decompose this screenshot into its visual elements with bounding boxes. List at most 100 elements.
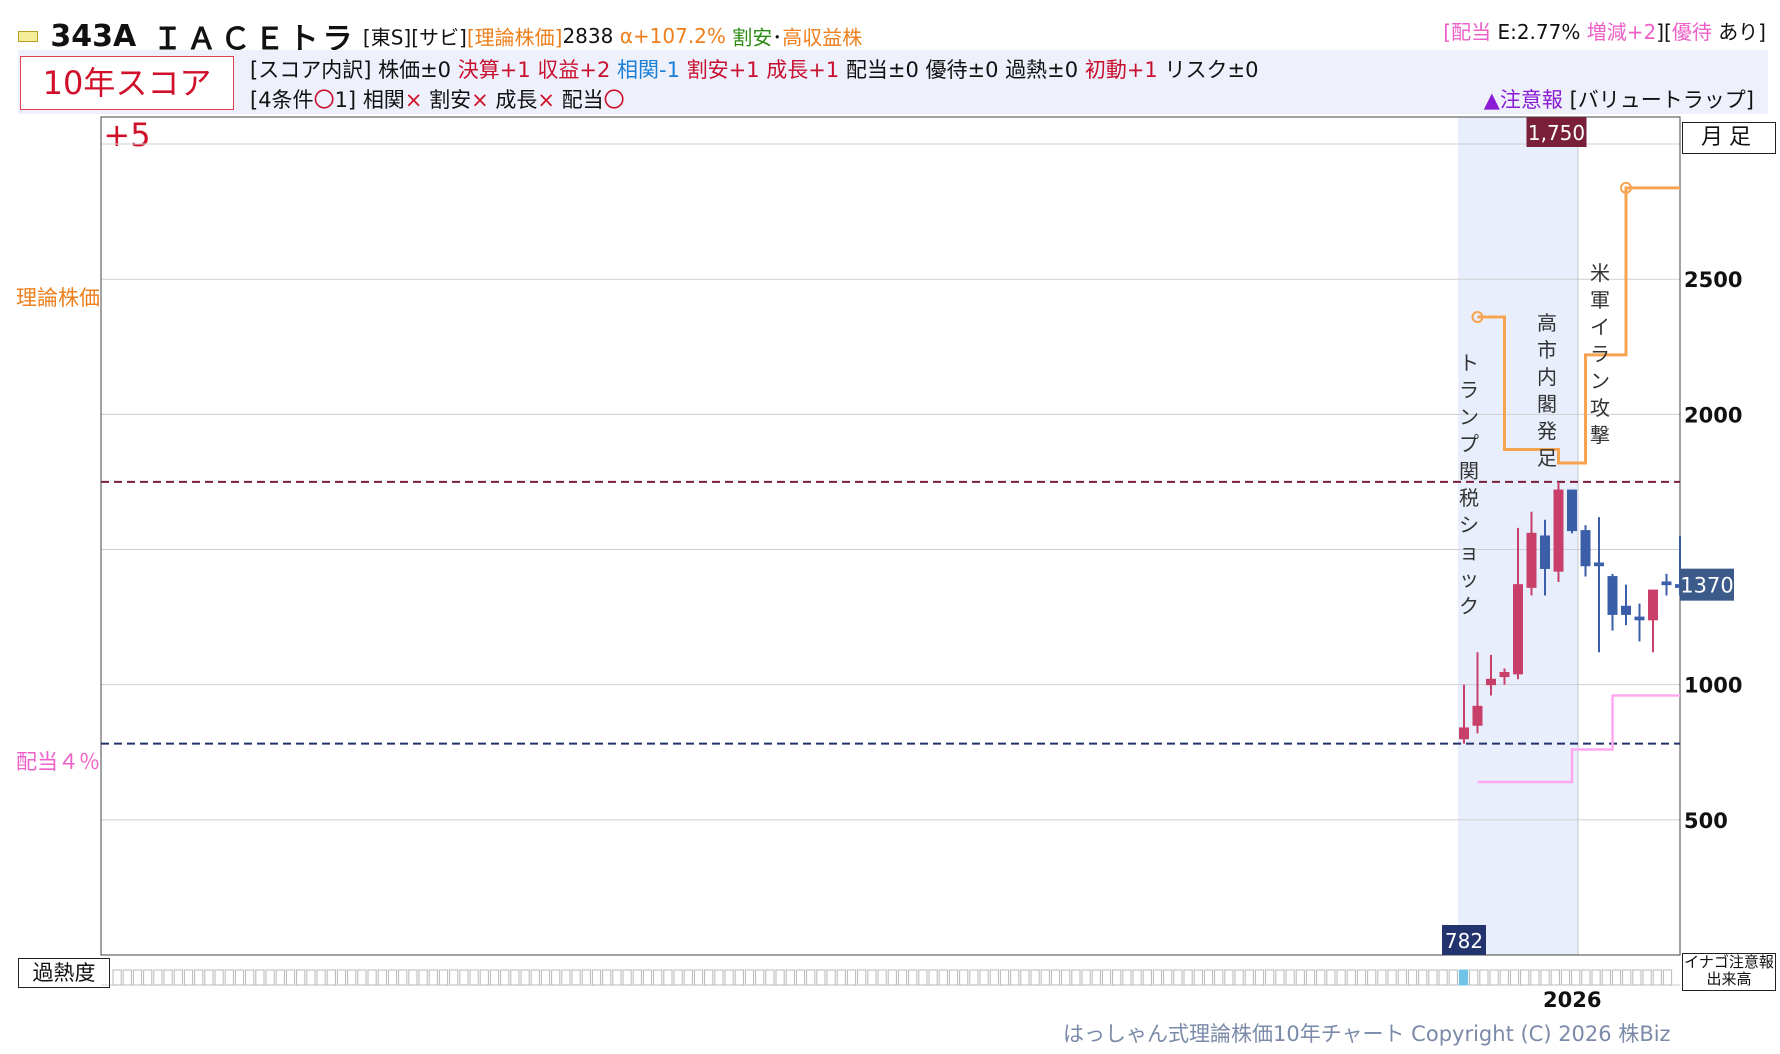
heat-cell [1071, 969, 1081, 986]
heat-cell [1050, 969, 1061, 986]
heat-cell [857, 969, 867, 986]
heat-cell [836, 969, 846, 986]
heat-cell [296, 969, 306, 986]
heat-cell [622, 969, 632, 986]
heat-cell [1122, 969, 1132, 986]
heat-cell [1030, 969, 1040, 986]
heat-cell [704, 969, 714, 986]
heat-cell [1652, 969, 1662, 986]
heat-cell [530, 969, 540, 986]
candle-body [1594, 562, 1604, 567]
candle-body [1661, 581, 1672, 586]
heat-cell [122, 969, 132, 986]
heat-cell [653, 969, 663, 986]
heat-cell [306, 969, 316, 986]
heat-cell [1254, 969, 1265, 986]
candle-body [1607, 576, 1618, 615]
heat-cell [1152, 969, 1163, 986]
heat-cell [418, 969, 428, 986]
heat-cell [1632, 969, 1642, 986]
heat-cell [224, 969, 234, 986]
heat-cell [1305, 969, 1316, 986]
heat-cell [551, 969, 561, 986]
heat-cell [1571, 969, 1581, 986]
heat-cell [1509, 969, 1520, 986]
annotation-char: 足 [1537, 446, 1557, 470]
heat-cell [1142, 969, 1152, 986]
annotation-char: 攻 [1590, 396, 1610, 420]
inago-label: イナゴ注意報 [1684, 953, 1774, 971]
annotation-char: ラ [1590, 342, 1610, 366]
heat-cell [285, 969, 296, 986]
candle-body [1567, 489, 1577, 532]
heat-cell [245, 969, 255, 986]
annotation-char: ク [1459, 594, 1479, 618]
heat-cell [1448, 969, 1458, 986]
heat-cell [1091, 969, 1101, 986]
heat-cell [612, 969, 622, 986]
candle-body [1499, 672, 1510, 678]
candle-body [1472, 705, 1483, 726]
candle-body [1540, 535, 1550, 569]
annotation-char: シ [1459, 513, 1479, 537]
candle-body [1634, 616, 1645, 621]
candle-body [1486, 678, 1496, 686]
heat-cell [428, 969, 438, 986]
monthly-button[interactable]: 月足 [1682, 122, 1776, 154]
heat-cell [1040, 969, 1050, 986]
heat-cell [357, 969, 367, 986]
heat-cell [979, 969, 989, 986]
heat-cell [1397, 969, 1407, 986]
high-badge-label: 1,750 [1528, 121, 1585, 145]
heat-cell [806, 969, 816, 986]
heat-cell [632, 969, 642, 986]
heat-cell [938, 969, 948, 986]
heat-cell [1173, 969, 1183, 986]
heat-cell [785, 969, 795, 986]
heat-cell [1346, 969, 1356, 986]
heat-cell [1622, 969, 1632, 986]
inago-box[interactable]: イナゴ注意報 出来高 [1682, 953, 1776, 991]
heat-label: 過熱度 [18, 958, 110, 988]
annotation-char: 撃 [1590, 423, 1610, 447]
annotation-char: イ [1590, 315, 1610, 339]
heat-cell [561, 969, 571, 986]
price-chart: 500100020002500トランプ関税ショック高市内閣発足米軍イラン攻撃1,… [100, 116, 1742, 986]
heat-cell [846, 969, 857, 986]
heat-cell [1642, 969, 1652, 986]
y-tick-label: 500 [1684, 809, 1728, 833]
candle-body [1648, 589, 1658, 621]
heat-cell [194, 969, 204, 986]
heat-cell [1540, 969, 1550, 986]
current-badge-label: 1370 [1680, 574, 1733, 598]
heat-cell [642, 969, 653, 986]
heat-cell [153, 969, 163, 986]
heat-cell [1183, 969, 1193, 986]
heat-cell [887, 969, 897, 986]
annotation-char: プ [1459, 432, 1479, 456]
heat-cell [449, 969, 459, 986]
heat-cell [316, 969, 326, 986]
heat-cell [1010, 969, 1020, 986]
heat-cell [755, 969, 765, 986]
annotation-char: ッ [1459, 567, 1479, 591]
heat-cell [1275, 969, 1285, 986]
heat-cell [1020, 969, 1030, 986]
heat-cell [377, 969, 387, 986]
candle-body [1580, 530, 1591, 567]
heat-cell [1214, 969, 1224, 986]
annotation-char: 高 [1537, 311, 1557, 335]
candle-body [1459, 727, 1469, 740]
heat-cell [500, 969, 510, 986]
annotation-char: 軍 [1590, 288, 1610, 312]
annotation-char: 税 [1459, 486, 1479, 510]
heat-cell [775, 969, 785, 986]
heat-cell [724, 969, 734, 986]
chart-frame [100, 116, 1681, 956]
heat-cell [367, 969, 377, 986]
heat-cell [479, 969, 489, 986]
heat-cell [918, 969, 928, 986]
annotation-char: ン [1590, 369, 1610, 393]
heat-cell [214, 969, 224, 986]
heat-cell [163, 969, 173, 986]
